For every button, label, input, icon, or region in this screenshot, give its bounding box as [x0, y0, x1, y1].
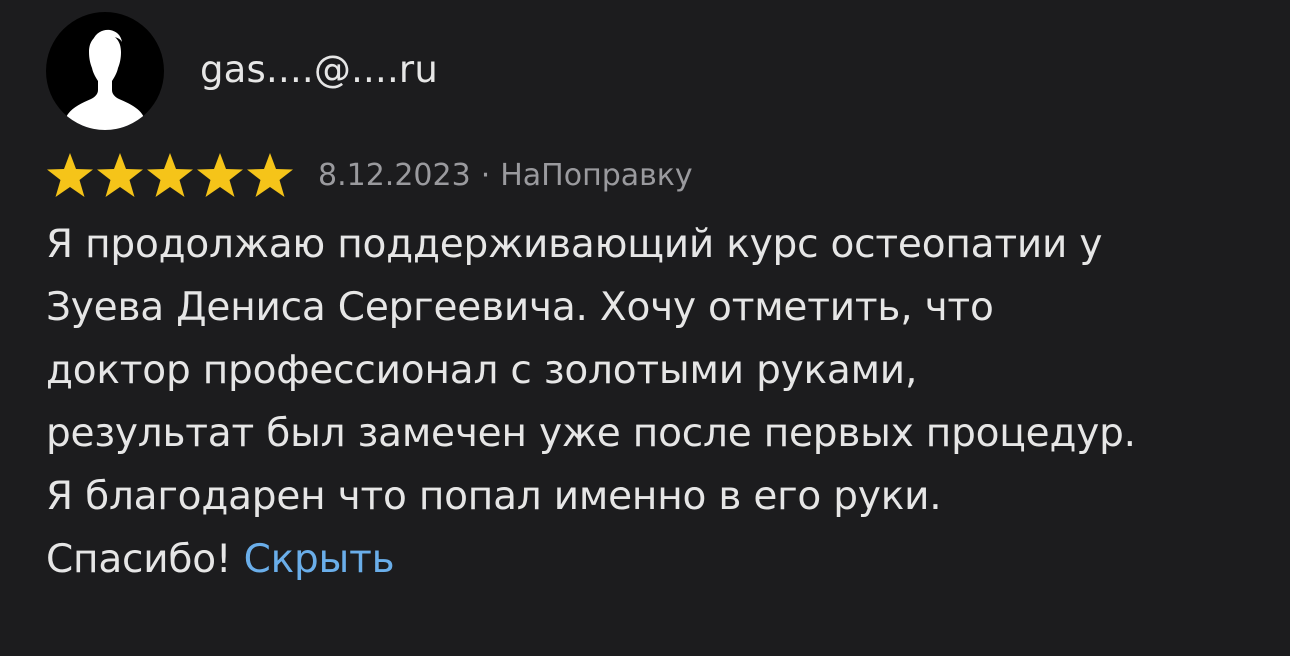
star-icon [46, 152, 94, 198]
review-header: gas....@....ru [46, 12, 438, 130]
review-text-line: Спасибо! [46, 537, 232, 582]
review-source: НаПоправку [500, 157, 693, 193]
review-text-line: Я благодарен что попал именно в его руки… [46, 474, 942, 519]
review-date: 8.12.2023 [318, 157, 471, 193]
review-text: Я продолжаю поддерживающий курс остеопат… [46, 213, 1256, 591]
star-icon [196, 152, 244, 198]
rating-meta-row: 8.12.2023 · НаПоправку [46, 150, 693, 200]
review-card: gas....@....ru 8.12.2023 · НаПоправку Я … [0, 0, 1290, 656]
star-icon [246, 152, 294, 198]
user-silhouette-icon [64, 29, 146, 130]
review-text-line: доктор профессионал с золотыми руками, [46, 348, 918, 393]
star-icon [146, 152, 194, 198]
hide-review-link[interactable]: Скрыть [244, 537, 395, 582]
author-name: gas....@....ru [200, 47, 438, 91]
star-rating [46, 152, 294, 198]
avatar[interactable] [46, 12, 164, 130]
review-text-line: Зуева Дениса Сергеевича. Хочу отметить, … [46, 285, 994, 330]
meta-separator: · [480, 157, 491, 193]
review-text-line: результат был замечен уже после первых п… [46, 411, 1136, 456]
review-meta: 8.12.2023 · НаПоправку [318, 158, 693, 193]
star-icon [96, 152, 144, 198]
review-text-line: Я продолжаю поддерживающий курс остеопат… [46, 222, 1103, 267]
review-text-last-line: Спасибо! Скрыть [46, 528, 1256, 591]
